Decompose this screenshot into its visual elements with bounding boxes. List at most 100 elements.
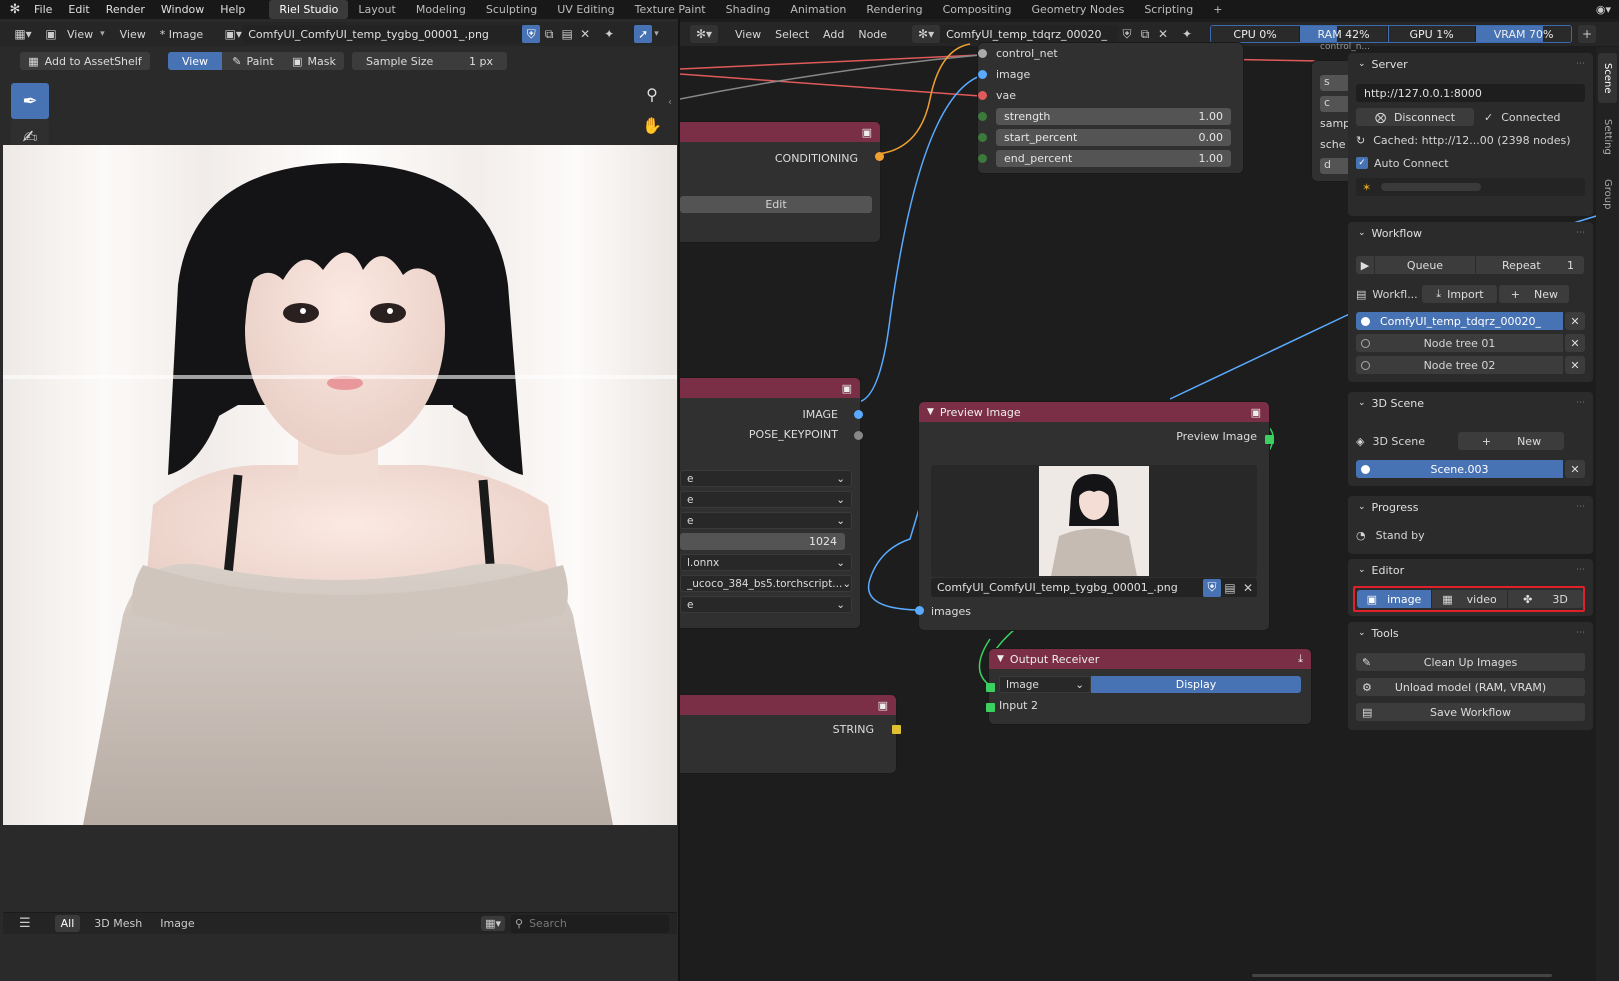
- workspace-tab-compositing[interactable]: Compositing: [933, 0, 1022, 19]
- scene3d-panel-header[interactable]: ⌄ 3D Scene ⋯: [1348, 392, 1593, 414]
- workspace-tab-animation[interactable]: Animation: [780, 0, 856, 19]
- asset-tab-all[interactable]: All: [54, 915, 81, 932]
- auto-connect-row[interactable]: ✓ Auto Connect: [1356, 154, 1585, 172]
- zoom-icon[interactable]: ⚲: [640, 82, 664, 106]
- sidebar-tab-group[interactable]: Group: [1598, 169, 1617, 219]
- image-name-field[interactable]: ComfyUI_ComfyUI_temp_tygbg_00001_.png: [242, 25, 523, 43]
- eyedropper-tool-icon[interactable]: ✒: [11, 83, 49, 119]
- node-preview-icon[interactable]: ▣: [1251, 406, 1261, 419]
- server-panel-header[interactable]: ⌄ Server ⋯: [1348, 53, 1593, 75]
- resolution-field[interactable]: 1024: [680, 533, 845, 550]
- sidebar-toggle-chevron-icon[interactable]: ‹: [668, 97, 672, 108]
- save-workflow-button[interactable]: ▤ Save Workflow: [1356, 703, 1585, 721]
- download-icon[interactable]: ⤓: [1298, 652, 1303, 666]
- workspace-tab-uv-editing[interactable]: UV Editing: [547, 0, 624, 19]
- server-url-input[interactable]: http://127.0.0.1:8000: [1356, 84, 1585, 102]
- asset-tab-3d-mesh[interactable]: 3D Mesh: [94, 917, 142, 930]
- new-workflow-button[interactable]: + New: [1499, 285, 1570, 303]
- socket-end[interactable]: [978, 154, 987, 163]
- output-type-dropdown[interactable]: Image ⌄: [999, 676, 1091, 693]
- strength-field[interactable]: strength 1.00: [996, 108, 1231, 125]
- editor-3d-button[interactable]: ✤ 3D: [1508, 590, 1583, 608]
- end-percent-field[interactable]: end_percent 1.00: [996, 150, 1231, 167]
- pan-hand-icon[interactable]: ✋: [640, 113, 664, 137]
- drag-grip-icon[interactable]: ⋯: [1576, 228, 1585, 238]
- menu-file[interactable]: File: [26, 0, 60, 19]
- blender-logo-icon[interactable]: ✻: [4, 2, 26, 17]
- sample-size-field[interactable]: Sample Size 1 px: [352, 52, 507, 70]
- collapse-chevron-icon[interactable]: ▼: [997, 654, 1004, 664]
- progress-panel-header[interactable]: ⌄ Progress ⋯: [1348, 496, 1593, 518]
- controlnet-apply-node[interactable]: control_net image vae strength 1.00 star…: [978, 43, 1243, 173]
- collapse-chevron-icon[interactable]: ▼: [927, 407, 934, 417]
- workspace-tab-texture-paint[interactable]: Texture Paint: [625, 0, 716, 19]
- conditioning-node[interactable]: ▣ CONDITIONING Edit: [680, 122, 880, 242]
- socket-image[interactable]: [978, 70, 987, 79]
- asset-tab-image[interactable]: Image: [160, 917, 194, 930]
- preview-thumbnail[interactable]: [1039, 466, 1149, 576]
- workflow-item[interactable]: Node tree 02: [1356, 356, 1563, 374]
- socket-preview-out[interactable]: [1265, 435, 1274, 444]
- workspace-tab-sculpting[interactable]: Sculpting: [476, 0, 547, 19]
- horizontal-scrollbar[interactable]: [1252, 974, 1552, 977]
- pose-dropdown-5[interactable]: l.onnx ⌄: [680, 554, 852, 571]
- node-preview-icon[interactable]: ▣: [862, 126, 872, 139]
- socket-conditioning-out[interactable]: [875, 152, 884, 161]
- view-mode-icon[interactable]: ▣: [42, 25, 60, 43]
- repeat-field[interactable]: Repeat 1: [1476, 256, 1584, 274]
- sidebar-tab-setting[interactable]: Setting: [1598, 109, 1617, 165]
- menu-edit[interactable]: Edit: [60, 0, 97, 19]
- workspace-tab-layout[interactable]: Layout: [348, 0, 405, 19]
- pose-dropdown-3[interactable]: e ⌄: [680, 512, 852, 529]
- tools-panel-header[interactable]: ⌄ Tools ⋯: [1348, 622, 1593, 644]
- socket-string-out[interactable]: [892, 725, 901, 734]
- play-icon[interactable]: ▶: [1356, 256, 1374, 274]
- disconnect-button[interactable]: ⨂ Disconnect: [1356, 108, 1474, 126]
- unload-model-button[interactable]: ⚙ Unload model (RAM, VRAM): [1356, 678, 1585, 696]
- pin-icon[interactable]: ✦: [600, 25, 618, 43]
- mode-paint-button[interactable]: ✎ Paint: [222, 52, 284, 70]
- fake-user-shield-icon[interactable]: ⛨: [522, 25, 541, 43]
- remove-workflow-icon[interactable]: ✕: [1565, 312, 1585, 330]
- view-dropdown[interactable]: View: [60, 28, 100, 41]
- refresh-icon[interactable]: ↻: [1356, 134, 1365, 147]
- socket-image-out[interactable]: [854, 410, 863, 419]
- scene-item-active[interactable]: Scene.003: [1356, 460, 1563, 478]
- start-percent-field[interactable]: start_percent 0.00: [996, 129, 1231, 146]
- workspace-tab-riel-studio[interactable]: Riel Studio: [269, 0, 349, 19]
- pose-dropdown-6[interactable]: _ucoco_384_bs5.torchscript... ⌄: [680, 575, 852, 592]
- socket-receiver-in[interactable]: [986, 683, 995, 692]
- blurred-field[interactable]: ✶: [1356, 178, 1585, 196]
- workspace-tab-geometry-nodes[interactable]: Geometry Nodes: [1022, 0, 1135, 19]
- mode-view-button[interactable]: View: [168, 52, 222, 70]
- asset-search-field[interactable]: ⚲ Search: [511, 914, 669, 933]
- close-icon[interactable]: ✕: [1239, 579, 1257, 597]
- node-preview-icon[interactable]: ▣: [878, 699, 888, 712]
- workflow-item[interactable]: Node tree 01: [1356, 334, 1563, 352]
- add-to-assetshelf-button[interactable]: ▦ Add to AssetShelf: [20, 52, 150, 70]
- menu-help[interactable]: Help: [212, 0, 253, 19]
- remove-workflow-icon[interactable]: ✕: [1565, 356, 1585, 374]
- hamburger-menu-icon[interactable]: ☰: [19, 916, 31, 931]
- socket-start[interactable]: [978, 133, 987, 142]
- pose-estimator-node[interactable]: ▣ IMAGE POSE_KEYPOINT e ⌄ e ⌄ e ⌄ 1024 l.on…: [680, 378, 860, 628]
- socket-vae[interactable]: [978, 91, 987, 100]
- auto-connect-checkbox[interactable]: ✓: [1356, 157, 1368, 169]
- socket-strength[interactable]: [978, 112, 987, 121]
- drag-grip-icon[interactable]: ⋯: [1576, 628, 1585, 638]
- socket-control-net[interactable]: [978, 49, 987, 58]
- menu-render[interactable]: Render: [98, 0, 153, 19]
- menu-window[interactable]: Window: [153, 0, 212, 19]
- socket-images-in[interactable]: [915, 606, 924, 615]
- fake-user-shield-icon[interactable]: ⛨: [1203, 578, 1221, 597]
- display-button[interactable]: Display: [1091, 676, 1301, 693]
- pose-dropdown-1[interactable]: e ⌄: [680, 470, 852, 487]
- socket-pose-out[interactable]: [854, 431, 863, 440]
- remove-scene-icon[interactable]: ✕: [1565, 460, 1585, 478]
- display-mode-grid-icon[interactable]: ▦▾: [481, 916, 505, 931]
- workspace-tab-modeling[interactable]: Modeling: [406, 0, 476, 19]
- workspace-tab-scripting[interactable]: Scripting: [1134, 0, 1203, 19]
- pose-dropdown-7[interactable]: e ⌄: [680, 596, 852, 613]
- menu-image[interactable]: * Image: [153, 28, 210, 41]
- preview-filename[interactable]: ComfyUI_ComfyUI_temp_tygbg_00001_.png: [937, 581, 1203, 594]
